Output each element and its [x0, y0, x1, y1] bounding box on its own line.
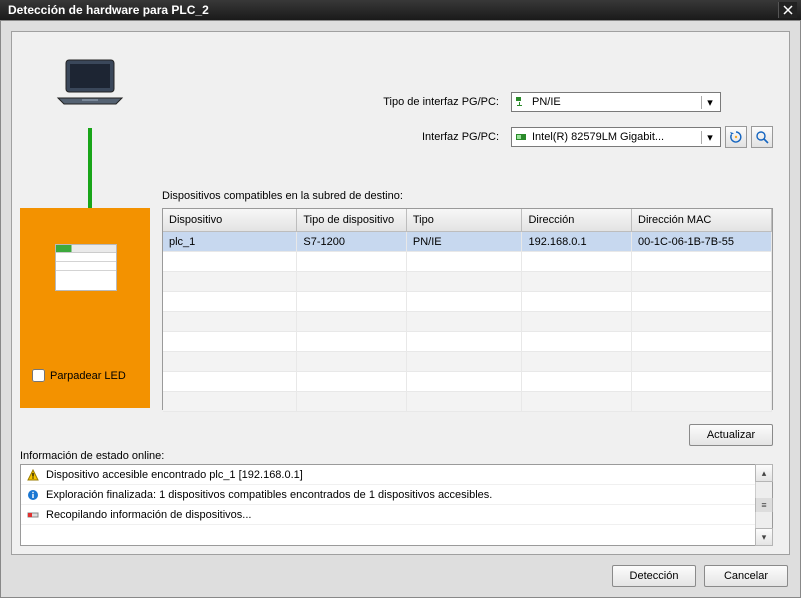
pgpc-type-dropdown[interactable]: PN/IE ▾: [511, 92, 721, 112]
device-graphic: [55, 244, 117, 291]
chevron-down-icon: ▾: [701, 96, 718, 109]
info-icon: [26, 488, 40, 502]
pgpc-interface-label: Interfaz PG/PC:: [312, 131, 511, 143]
status-label: Información de estado online:: [20, 450, 164, 462]
status-item: Exploración finalizada: 1 dispositivos c…: [21, 485, 772, 505]
detect-button[interactable]: Detección: [612, 565, 696, 587]
cell-addr: 192.168.0.1: [522, 232, 632, 252]
nic-icon: [514, 130, 528, 144]
status-item: Dispositivo accesible encontrado plc_1 […: [21, 465, 772, 485]
pgpc-type-label: Tipo de interfaz PG/PC:: [312, 96, 511, 108]
device-preview-panel: Parpadear LED: [20, 208, 150, 408]
warning-icon: [26, 468, 40, 482]
scroll-mid-icon[interactable]: ≡: [755, 498, 773, 512]
col-devicetype[interactable]: Tipo de dispositivo: [297, 209, 407, 232]
status-text: Dispositivo accesible encontrado plc_1 […: [46, 469, 303, 481]
network-icon: [514, 95, 528, 109]
cancel-button[interactable]: Cancelar: [704, 565, 788, 587]
status-text: Recopilando información de dispositivos.…: [46, 509, 251, 521]
compatible-devices-label: Dispositivos compatibles en la subred de…: [162, 190, 403, 202]
interface-properties-button[interactable]: [751, 126, 773, 148]
pgpc-interface-value: Intel(R) 82579LM Gigabit...: [532, 131, 701, 143]
laptop-icon: [56, 58, 124, 108]
pgpc-type-value: PN/IE: [532, 96, 701, 108]
scroll-up-icon[interactable]: ▴: [755, 464, 773, 482]
scroll-down-icon[interactable]: ▾: [755, 528, 773, 546]
status-item: Recopilando información de dispositivos.…: [21, 505, 772, 525]
status-list: Dispositivo accesible encontrado plc_1 […: [20, 464, 773, 546]
dialog-body: Tipo de interfaz PG/PC: PN/IE ▾ Interfaz…: [11, 31, 790, 555]
cell-mac: 00-1C-06-1B-7B-55: [632, 232, 772, 252]
col-mac[interactable]: Dirección MAC: [632, 209, 772, 232]
update-button[interactable]: Actualizar: [689, 424, 773, 446]
status-scrollbar[interactable]: ▴ ≡ ▾: [755, 465, 772, 545]
devices-table[interactable]: Dispositivo Tipo de dispositivo Tipo Dir…: [162, 208, 773, 410]
chevron-down-icon: ▾: [701, 131, 718, 144]
col-device[interactable]: Dispositivo: [163, 209, 297, 232]
cell-device: plc_1: [163, 232, 297, 252]
progress-icon: [26, 508, 40, 522]
status-text: Exploración finalizada: 1 dispositivos c…: [46, 489, 492, 501]
refresh-interface-button[interactable]: [725, 126, 747, 148]
table-row[interactable]: plc_1 S7-1200 PN/IE 192.168.0.1 00-1C-06…: [163, 232, 772, 252]
col-type[interactable]: Tipo: [406, 209, 522, 232]
flash-led-label: Parpadear LED: [50, 370, 126, 382]
cell-dtype: S7-1200: [297, 232, 407, 252]
titlebar: Detección de hardware para PLC_2: [0, 0, 801, 21]
pgpc-interface-dropdown[interactable]: Intel(R) 82579LM Gigabit... ▾: [511, 127, 721, 147]
col-address[interactable]: Dirección: [522, 209, 632, 232]
window-title: Detección de hardware para PLC_2: [8, 3, 209, 17]
close-icon[interactable]: [778, 2, 797, 18]
flash-led-row[interactable]: Parpadear LED: [32, 369, 142, 382]
flash-led-checkbox[interactable]: [32, 369, 45, 382]
cell-type: PN/IE: [406, 232, 522, 252]
